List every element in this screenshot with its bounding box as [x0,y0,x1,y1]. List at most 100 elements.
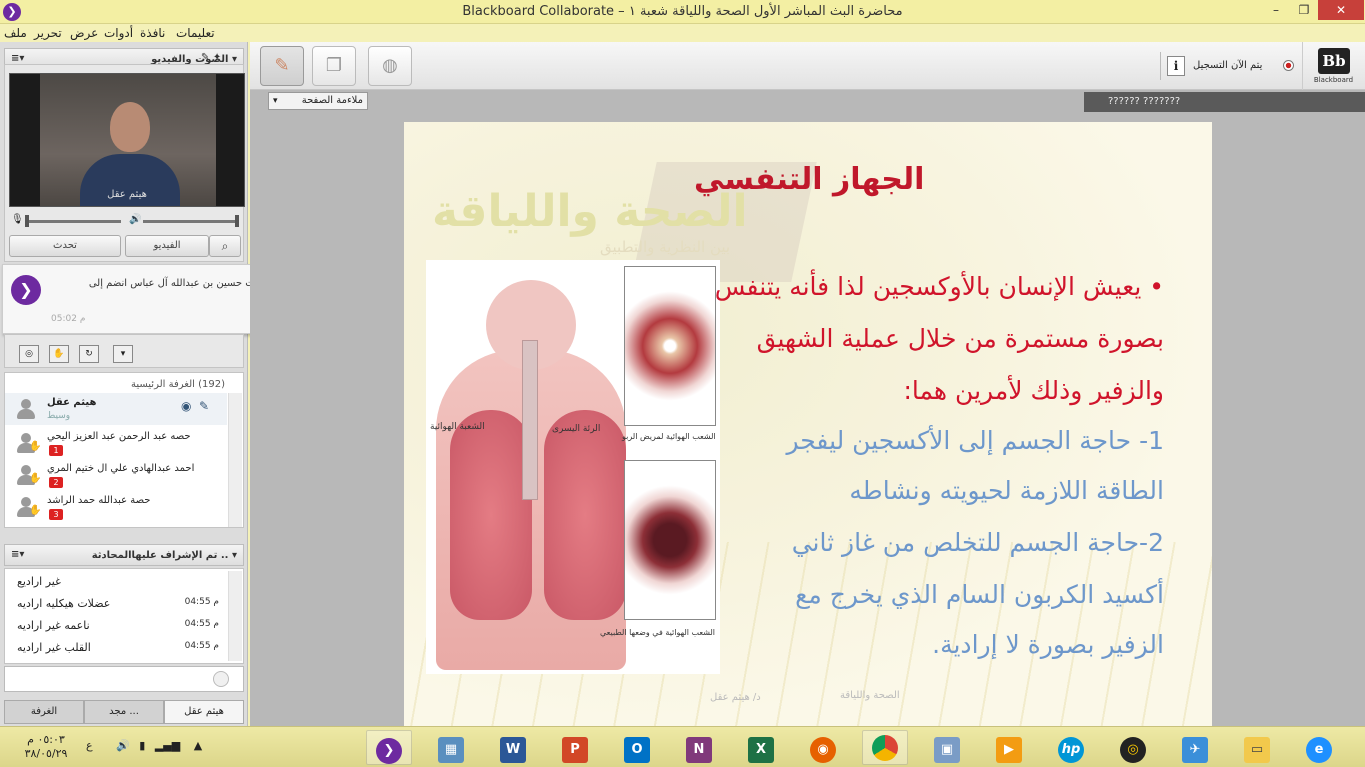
mic-slider-knob[interactable] [25,215,29,227]
chat-input[interactable] [4,666,244,692]
left-lung-label: الرئة اليسرى [552,424,601,434]
tray-icons: ع 🔊 ▮ ▂▄▆ ▲ [86,739,202,752]
chat-panel-title: تم الإشراف عليهاالمحادثة .. ▾ [91,550,237,561]
participant-row[interactable]: ✋ حصة عبدالله حمد الراشد 3 [5,491,227,523]
talk-button[interactable]: تحدث [9,235,121,257]
taskbar-collaborate[interactable]: ❯ [366,730,412,765]
record-dot-icon[interactable] [1283,60,1294,71]
minimize-button[interactable]: – [1262,0,1290,20]
hand-queue-badge: 1 [49,445,63,456]
tray-expand-icon[interactable]: ▲ [194,739,202,752]
tray-clock[interactable]: ٠٥:٠٣ م ٣٨/٠٥/٢٩ [16,733,76,761]
taskbar-network[interactable]: ▣ [924,730,970,765]
recording-status: i يتم الآن التسجيل [1160,52,1302,80]
taskbar-excel[interactable]: X [738,730,784,765]
slide-line: بصورة مستمرة من خلال عملية الشهيق [756,324,1164,353]
speaker-slider-knob[interactable] [235,215,239,227]
participants-scrollbar[interactable] [228,393,242,527]
activity-icon[interactable]: ▾ [113,345,133,363]
webcam-status-icon: ◉ [181,399,192,413]
slide-headline: الجهاز التنفسي [694,162,925,197]
battery-icon[interactable]: ▮ [139,739,145,752]
app-share-icon[interactable]: ❐ [312,46,356,86]
video-preview-icon[interactable]: ⌕ [209,235,241,257]
menu-bar: ملف تحرير عرض أدوات نافذة تعليمات [0,24,1365,42]
step-away-icon[interactable]: ↻ [79,345,99,363]
slide-line: أكسيد الكربون السام الذي يخرج مع [795,580,1164,609]
respiratory-illustration: الشعبة الهوائية الرئة اليسرى الشعب الهوا… [426,260,720,674]
menu-tools[interactable]: أدوات [104,26,133,40]
asthma-label: الشعب الهوائية لمريض الربو [622,432,716,441]
chat-panel: غير اراديع عضلات هيكليه اراديه 04:55 م ن… [4,568,244,664]
participant-row[interactable]: ✋ حصه عبد الرحمن عبد العزيز اليحي 1 [5,427,227,459]
participant-moderator[interactable]: هيثم عقل وسيط ◉ ✎ [5,393,227,425]
signal-icon[interactable]: ▂▄▆ [155,739,180,752]
blackboard-logo: Bb Blackboard [1302,42,1364,90]
presentation-slide: الصحة واللياقة بين النظرية والتطبيق الجه… [404,122,1212,726]
taskbar-files[interactable]: ▭ [1234,730,1280,765]
taskbar-disc[interactable]: ◎ [1110,730,1156,765]
menu-help[interactable]: تعليمات [176,26,215,40]
mic-level-slider[interactable] [25,220,121,223]
taskbar-calculator[interactable]: ▦ [428,730,474,765]
menu-window[interactable]: نافذة [140,26,165,40]
participant-name: هيثم عقل [47,397,97,408]
taskbar-firefox[interactable]: ◉ [800,730,846,765]
volume-icon[interactable]: 🔊 [116,739,130,752]
info-icon[interactable]: i [1167,56,1185,76]
input-language[interactable]: ع [86,739,93,752]
slide-footer-course: الصحة واللياقة [840,690,900,701]
recording-label: يتم الآن التسجيل [1193,60,1263,71]
menu-view[interactable]: عرض [70,26,98,40]
tab-moderator[interactable]: هيثم عقل [164,700,244,724]
taskbar-chrome[interactable] [862,730,908,765]
menu-edit[interactable]: تحرير [34,26,62,40]
av-panel: هيثم عقل 🎙 🔊 تحدث الفيديو ⌕ [4,64,245,262]
participant-tools: ◎ ✋ ↻ ▾ [4,334,244,368]
taskbar-hp[interactable]: hp [1048,730,1094,765]
emoticon-icon[interactable] [213,671,229,687]
video-caption: هيثم عقل [107,189,147,200]
normal-bronchus-image [624,460,716,620]
speaker-icon: 🔊 [129,214,142,225]
tab-room[interactable]: الغرفة [4,700,84,724]
slide-line: والزفير وذلك لأمرين هما: [903,376,1164,405]
taskbar-word[interactable]: W [490,730,536,765]
participants-panel: (192) الغرفة الرئيسية هيثم عقل وسيط ◉ ✎ … [4,372,244,528]
chat-message: غير اراديع [17,575,61,588]
taskbar-ie[interactable]: e [1296,730,1342,765]
whiteboard-area: ▾ ملاءمة الصفحة ?????? ??????? الصحة وال… [250,90,1365,726]
profile-tool-icon[interactable]: ◎ [19,345,39,363]
restore-button[interactable]: ❐ [1290,0,1318,20]
whiteboard-icon[interactable]: ✎ [260,46,304,86]
tab-user[interactable]: مجد ... [84,700,164,724]
chevron-down-icon: ▾ [273,96,278,106]
taskbar-onenote[interactable]: N [676,730,722,765]
close-button[interactable]: ✕ [1318,0,1364,20]
emote-tool-icon[interactable]: ✋ [49,345,69,363]
taskbar-media[interactable]: ▶ [986,730,1032,765]
chat-panel-header: ≡▾ تم الإشراف عليهاالمحادثة .. ▾ [4,544,244,566]
taskbar-tool[interactable]: ✈ [1172,730,1218,765]
microphone-icon: 🎙 [11,214,24,225]
fit-page-select[interactable]: ▾ ملاءمة الصفحة [268,92,368,110]
menu-file[interactable]: ملف [4,26,27,40]
video-button[interactable]: الفيديو [125,235,209,257]
windows-taskbar: ٠٥:٠٣ م ٣٨/٠٥/٢٩ ع 🔊 ▮ ▂▄▆ ▲ ❯ ▦ W P O N… [0,726,1365,767]
slide-line: • يعيش الإنسان بالأوكسجين لذا فأنه يتنفس [714,272,1164,301]
speaker-level-slider[interactable] [143,220,235,223]
room-label: (192) الغرفة الرئيسية [130,379,225,390]
asthma-bronchus-image [624,266,716,426]
bb-logo-word: Blackboard [1313,76,1354,84]
slide-line: الزفير بصورة لا إرادية. [932,630,1164,659]
chat-scrollbar[interactable] [228,571,242,661]
taskbar-outlook[interactable]: O [614,730,660,765]
panel-menu-icon[interactable]: ≡▾ [11,53,24,64]
web-tour-icon[interactable]: ◍ [368,46,412,86]
chat-message: ناعمه غير اراديه 04:55 م [17,619,219,632]
raised-hand-icon: ✋ [29,441,42,452]
title-bar: ❯ Blackboard Collaborate – محاضرة البث ا… [0,0,1365,24]
participant-row[interactable]: ✋ احمد عبدالهادي علي ال ختيم المري 2 [5,459,227,491]
panel-menu-icon[interactable]: ≡▾ [11,549,24,560]
taskbar-powerpoint[interactable]: P [552,730,598,765]
